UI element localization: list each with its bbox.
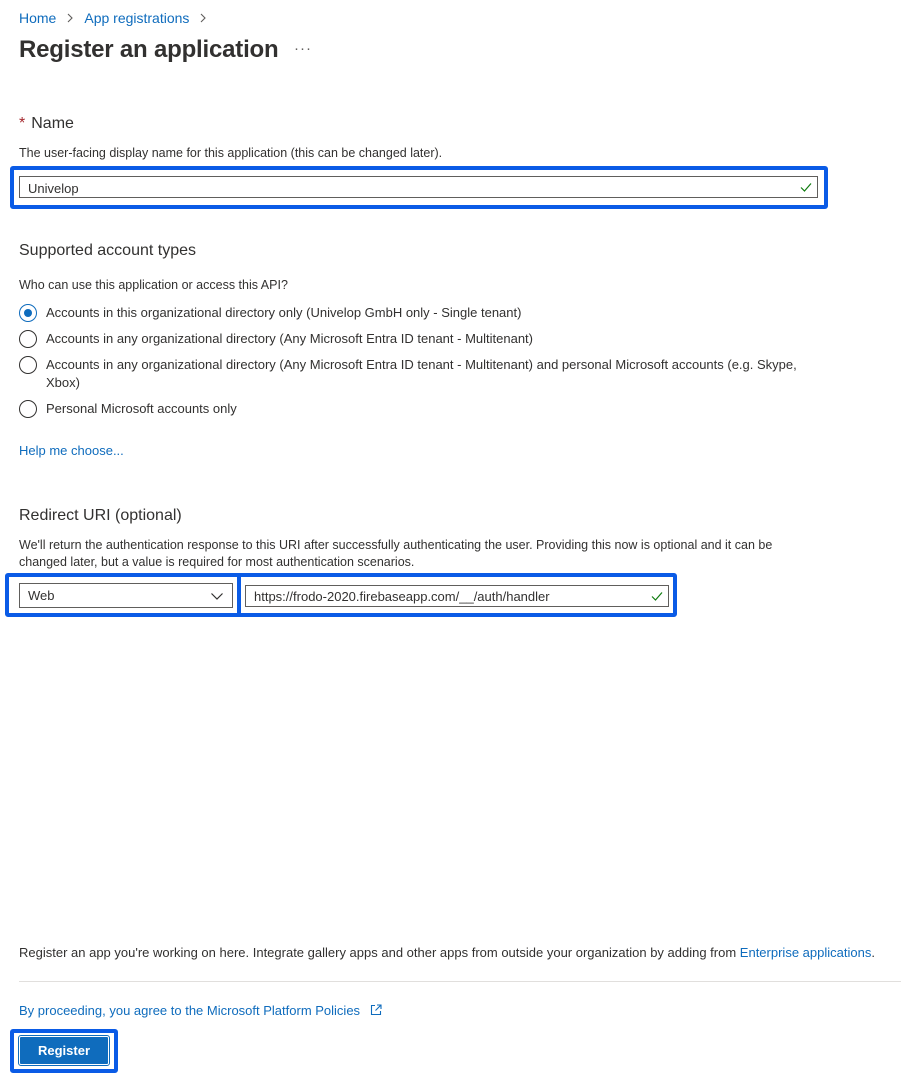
redirect-uri-description: We'll return the authentication response…: [19, 538, 773, 569]
platform-policies-label: By proceeding, you agree to the Microsof…: [19, 1003, 361, 1018]
enterprise-applications-link[interactable]: Enterprise applications: [740, 945, 872, 960]
redirect-uri-input[interactable]: https://frodo-2020.firebaseapp.com/__/au…: [245, 585, 669, 607]
radio-option-multitenant[interactable]: Accounts in any organizational directory…: [19, 330, 806, 348]
breadcrumb-home-link[interactable]: Home: [19, 10, 56, 26]
platform-policies-link[interactable]: By proceeding, you agree to the Microsof…: [19, 1003, 383, 1018]
radio-label: Accounts in this organizational director…: [46, 305, 522, 320]
footer-info-body: Register an app you're working on here. …: [19, 945, 740, 960]
help-me-choose-link[interactable]: Help me choose...: [19, 443, 124, 458]
radio-button[interactable]: [19, 400, 37, 418]
name-input[interactable]: Univelop: [19, 176, 818, 198]
radio-label: Accounts in any organizational directory…: [46, 331, 533, 346]
checkmark-icon: [651, 592, 663, 601]
required-asterisk: *: [19, 115, 26, 132]
external-link-icon: [370, 1004, 382, 1016]
page-title: Register an application: [19, 36, 279, 63]
footer-info-text: Register an app you're working on here. …: [19, 945, 875, 960]
register-button[interactable]: Register: [18, 1035, 110, 1066]
radio-button[interactable]: [19, 356, 37, 374]
account-types-question: Who can use this application or access t…: [19, 278, 288, 292]
radio-option-personal[interactable]: Personal Microsoft accounts only: [19, 400, 806, 418]
platform-select[interactable]: Web: [19, 583, 233, 608]
name-input-value: Univelop: [28, 180, 79, 196]
account-types-title: Supported account types: [19, 242, 197, 259]
checkmark-icon: [800, 183, 812, 192]
chevron-down-icon: [211, 593, 223, 600]
platform-select-value: Web: [28, 588, 55, 603]
radio-option-single-tenant[interactable]: Accounts in this organizational director…: [19, 304, 806, 322]
chevron-right-icon: [196, 11, 210, 25]
radio-option-multitenant-personal[interactable]: Accounts in any organizational directory…: [19, 356, 806, 392]
highlight-divider: [237, 577, 241, 617]
footer-info-end: .: [871, 945, 875, 960]
radio-label: Accounts in any organizational directory…: [46, 357, 797, 390]
radio-button[interactable]: [19, 330, 37, 348]
name-section-title: * Name: [19, 115, 74, 133]
breadcrumb-app-registrations-link[interactable]: App registrations: [84, 10, 189, 26]
footer-divider: [19, 981, 901, 982]
name-description: The user-facing display name for this ap…: [19, 146, 443, 160]
radio-button-selected[interactable]: [19, 304, 37, 322]
chevron-right-icon: [63, 11, 77, 25]
redirect-uri-title: Redirect URI (optional): [19, 507, 182, 524]
name-section-label: Name: [31, 115, 74, 132]
more-options-button[interactable]: ···: [294, 40, 312, 57]
redirect-uri-value: https://frodo-2020.firebaseapp.com/__/au…: [254, 588, 550, 604]
radio-label: Personal Microsoft accounts only: [46, 401, 237, 416]
breadcrumb: Home App registrations: [19, 10, 217, 26]
